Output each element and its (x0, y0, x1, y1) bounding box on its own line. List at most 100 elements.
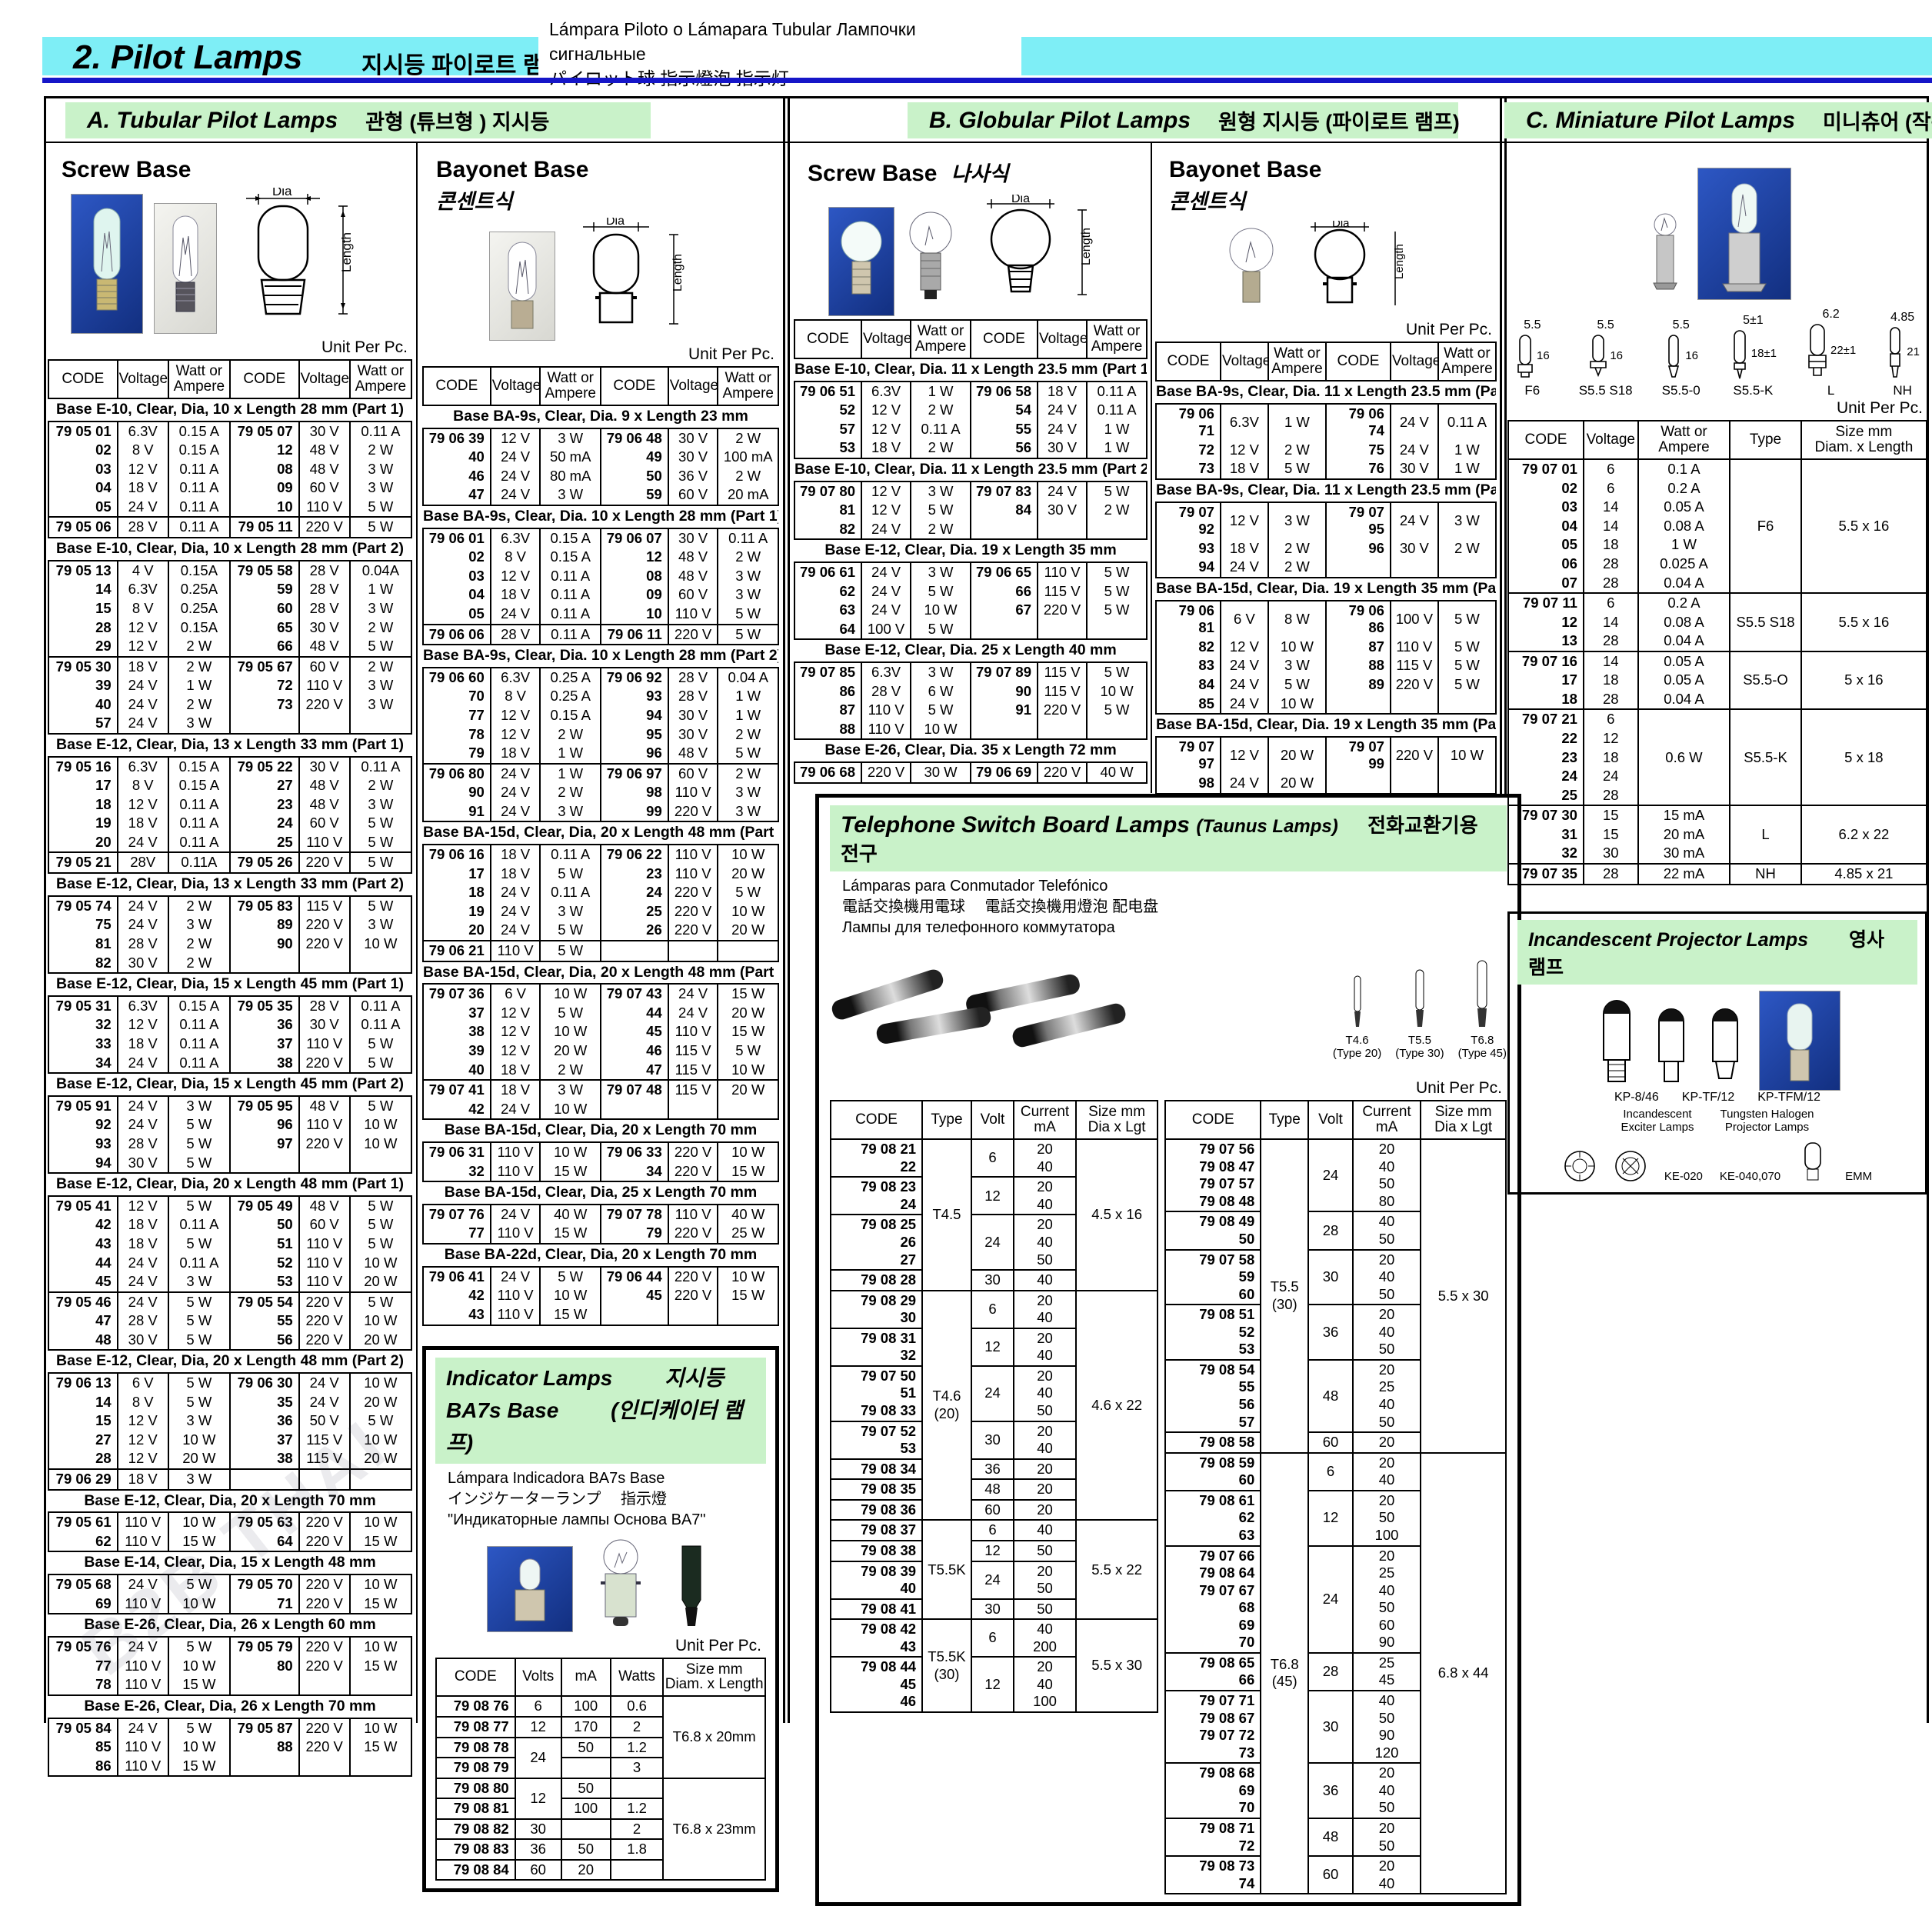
table-cell: 220 V (299, 517, 350, 538)
table-cell: 20 25 40 50 (1353, 1360, 1421, 1432)
table-cell: 38 (230, 1054, 299, 1074)
table-cell: 73 (230, 695, 299, 715)
table-cell: 50 (1014, 1541, 1076, 1561)
table-cell: 5 W (718, 883, 778, 902)
table-row: 79 08 59 60T6.8 (45)620 406.8 x 44 (1165, 1453, 1506, 1491)
table-cell: 30 (971, 1270, 1014, 1291)
table-cell: 15 mA (1638, 805, 1730, 825)
table-cell: 25 W (718, 1224, 778, 1244)
table-cell: 53 (794, 438, 861, 458)
miniature-lamp-photo-blue (1697, 168, 1791, 300)
table-cell: 3 W (350, 599, 411, 618)
table-cell: 23 (601, 865, 668, 884)
table-row: 7524 V3 W89220 V3 W (48, 915, 411, 935)
table-cell: T5.5K (922, 1520, 971, 1619)
table-cell: 90 (971, 682, 1038, 701)
table-cell: 2 W (350, 618, 411, 638)
table-cell: 110 V (118, 1738, 168, 1757)
table-row: 79 06 716.3V1 W79 06 7424 V0.11 A (1156, 404, 1496, 441)
table-cell: 38 (423, 1022, 491, 1041)
table-cell: 1 W (1438, 459, 1496, 479)
table-cell: 12 V (118, 460, 168, 479)
tubular-lamp-photo-clear (154, 203, 217, 334)
table-cell: 30 V (1038, 438, 1087, 458)
table-cell: 79 07 43 (601, 984, 668, 1004)
table-cell: 24 V (1391, 404, 1438, 441)
table-cell: 20 40 (1014, 1291, 1076, 1328)
table-cell: 20 25 40 50 60 90 (1353, 1546, 1421, 1653)
exciter-lamp-icon (1614, 1149, 1647, 1183)
table-cell: 30 V (299, 618, 350, 638)
table-cell: 85 (1156, 695, 1221, 715)
table-row: 0418 V0.11 A0960 V3 W (423, 585, 778, 605)
table-cell: 50 (561, 1738, 611, 1758)
type-figure-t68: T6.8 (Type 45) (1458, 946, 1507, 1073)
table-cell (230, 714, 299, 734)
table-cell: 79 07 76 (423, 1205, 491, 1225)
table-cell: 32 (1508, 844, 1584, 864)
table-cell: 43 (423, 1305, 491, 1325)
telephone-lamp-photos (830, 985, 1127, 1035)
table-cell: 110 V (668, 865, 718, 884)
table-cell: 24 V (491, 921, 541, 941)
table-cell: 20 40 50 (1014, 1215, 1076, 1270)
table-cell: 110 V (491, 1286, 541, 1305)
table-cell: 24 V (491, 1205, 541, 1225)
table-cell: 110 V (299, 833, 350, 853)
table-row: 5724 V3 W (48, 714, 411, 734)
table-cell: 96 (1326, 539, 1391, 558)
length-label: Length (671, 254, 685, 292)
table-cell: 5 x 18 (1801, 709, 1927, 805)
table-cell: 8 V (118, 1393, 168, 1412)
table-cell: 0.11 A (168, 795, 230, 815)
table-cell: 10 W (350, 1254, 411, 1273)
table-cell: 30 (1308, 1691, 1353, 1763)
table-row: 5212 V2 W5424 V0.11 A (794, 401, 1147, 420)
telephone-taunus: (Taunus Lamps) (1196, 816, 1337, 837)
column-header: Type (922, 1101, 971, 1139)
projector-bulb-icon (1705, 1001, 1747, 1091)
table-cell: 15 W (718, 1022, 778, 1041)
table-cell: 79 08 65 66 (1165, 1653, 1261, 1691)
table-row: 3318 V0.11 A37110 V5 W (48, 1035, 411, 1054)
table-row: 9424 V2 W (1156, 558, 1496, 578)
table-cell: 56 (971, 438, 1038, 458)
table-cell (718, 1100, 778, 1120)
column-header: CODE (423, 367, 491, 405)
table-cell: 28 V (668, 668, 718, 688)
table-cell: 18 V (1038, 382, 1087, 402)
table-cell: 92 (48, 1115, 118, 1135)
table-cell: 2 W (168, 896, 230, 916)
table-cell: T5.5K (30) (922, 1619, 971, 1712)
table-cell: 24 (971, 1561, 1014, 1599)
table-row: 79 07 56 79 08 47 79 07 57 79 08 48T5.5 … (1165, 1139, 1506, 1211)
table-cell: 0.15 A (168, 422, 230, 442)
table-cell: 5 W (350, 637, 411, 657)
emm-lamp-icon (1797, 1140, 1828, 1183)
table-cell: 110 V (1391, 638, 1438, 657)
table-cell: 2 W (168, 935, 230, 954)
table-cell: 5 W (911, 501, 971, 520)
table-cell: 0.11 A (168, 814, 230, 833)
table-cell (611, 1778, 663, 1799)
indicator-lamp-photo-blue (487, 1546, 573, 1632)
table-cell: 6 W (911, 682, 971, 701)
table-section-title: Base BA-9s, Clear, Dia. 9 x Length 23 mm (423, 405, 778, 428)
table-cell: 6 (1584, 709, 1638, 729)
table-cell: 36 (971, 1459, 1014, 1480)
table-cell: 18 (1584, 748, 1638, 768)
table-cell: 220 V (668, 883, 718, 902)
table-cell: 24 V (118, 1718, 168, 1738)
miniature-dimension-diagrams: 5.5 16 F6 5.5 16 S5.5 S18 5.5 16 S5.5-0 … (1507, 303, 1927, 398)
table-cell: 1 W (168, 676, 230, 695)
table-cell: 79 06 01 (423, 528, 491, 548)
table-cell: 6.3V (491, 528, 541, 548)
table-cell: 28 V (118, 1311, 168, 1331)
table-cell: 90 (423, 783, 491, 802)
table-cell: 0.25 A (540, 668, 601, 688)
table-cell: 79 07 78 (601, 1205, 668, 1225)
table-row: 4024 V2 W73220 V3 W (48, 695, 411, 715)
table-row: 79 06 4124 V5 W79 06 44220 V10 W (423, 1267, 778, 1287)
table-cell: 94 (601, 706, 668, 725)
table-cell: 12 V (1221, 502, 1268, 539)
